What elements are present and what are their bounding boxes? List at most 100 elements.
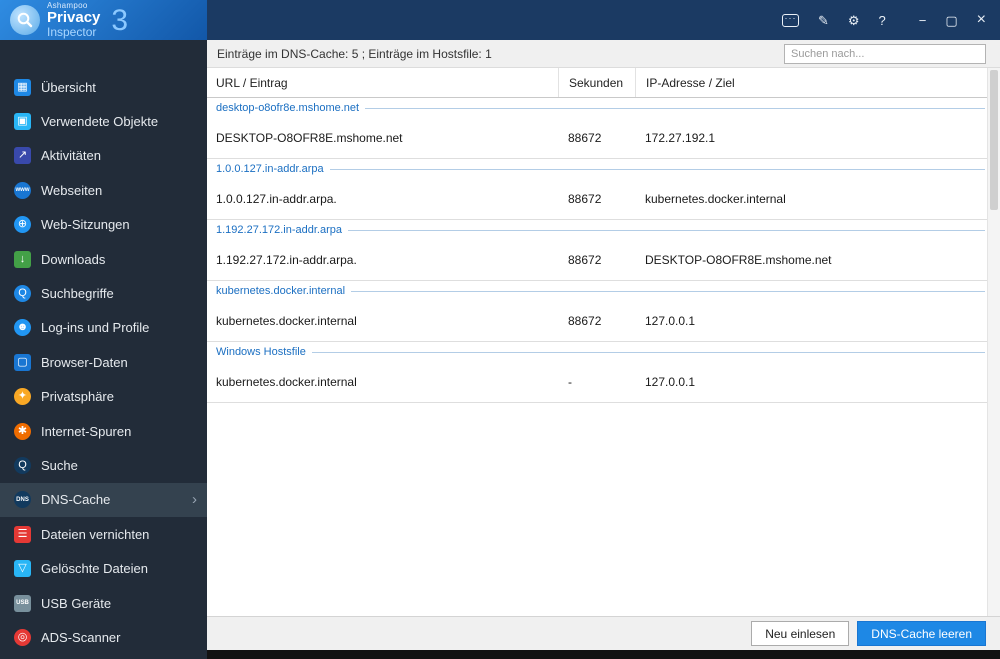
cell-ip: 172.27.192.1 — [645, 131, 716, 145]
app-body: ▦ Übersicht › ▣ Verwendete Objekte › ↗ A… — [0, 40, 1000, 659]
chevron-right-icon: › — [192, 491, 197, 509]
maximize-icon[interactable]: ▢ — [945, 14, 957, 27]
internet-spuren-icon: ✱ — [14, 422, 31, 440]
settings-icon[interactable]: ⚙ — [848, 14, 860, 27]
cell-url: DESKTOP-O8OFR8E.mshome.net — [216, 131, 403, 145]
sidebar-item-label: Internet-Spuren — [41, 423, 132, 439]
footer-strip — [207, 650, 1000, 659]
privatsphaere-icon: ✦ — [14, 388, 31, 406]
sidebar-item-uebersicht[interactable]: ▦ Übersicht › — [0, 70, 207, 104]
vertical-scrollbar[interactable] — [987, 68, 1000, 616]
sidebar-item-browser-daten[interactable]: ▢ Browser-Daten › — [0, 345, 207, 379]
close-icon[interactable]: × — [977, 12, 986, 28]
sidebar-item-label: Suche — [41, 457, 78, 473]
group-header-line — [348, 229, 985, 231]
column-header-ip[interactable]: IP-Adresse / Ziel — [635, 68, 987, 97]
sidebar-item-suchbegriffe[interactable]: Q Suchbegriffe › — [0, 276, 207, 310]
table-row[interactable]: kubernetes.docker.internal - 127.0.0.1 — [207, 362, 987, 403]
sidebar-item-label: Übersicht — [41, 79, 96, 95]
dns-cache-icon: DNS — [14, 491, 31, 509]
group-header-line — [365, 107, 985, 109]
cell-url: 1.192.27.172.in-addr.arpa. — [216, 253, 357, 267]
sidebar-item-label: Webseiten — [41, 182, 103, 198]
table-header-row: URL / Eintrag Sekunden IP-Adresse / Ziel — [207, 68, 987, 98]
sidebar-item-privatsphaere[interactable]: ✦ Privatsphäre › — [0, 380, 207, 414]
table-row[interactable]: DESKTOP-O8OFR8E.mshome.net 88672 172.27.… — [207, 118, 987, 159]
group-header-label: 1.0.0.127.in-addr.arpa — [216, 163, 324, 175]
titlebar-icons: ··· ✎ ⚙? − ▢ × — [207, 0, 1000, 40]
dns-cache-table: URL / Eintrag Sekunden IP-Adresse / Ziel… — [207, 68, 1000, 616]
dateien-vernichten-icon: ☰ — [14, 525, 31, 543]
suche-icon: Q — [14, 456, 31, 474]
brand-text: Ashampoo Privacy Inspector — [47, 1, 101, 39]
cell-url: kubernetes.docker.internal — [216, 375, 357, 389]
sidebar-item-webseiten[interactable]: www Webseiten › — [0, 173, 207, 207]
table-row[interactable]: 1.192.27.172.in-addr.arpa. 88672 DESKTOP… — [207, 240, 987, 281]
group-header-line — [329, 168, 985, 170]
sidebar-item-label: USB Geräte — [41, 595, 112, 611]
sidebar-item-verwendete-objekte[interactable]: ▣ Verwendete Objekte › — [0, 104, 207, 138]
group-header-row: kubernetes.docker.internal — [207, 281, 987, 301]
sidebar-item-label: ADS-Scanner — [41, 629, 121, 645]
bottom-buttonbar: Neu einlesen DNS-Cache leeren — [207, 616, 1000, 650]
sidebar-item-label: Log-ins und Profile — [41, 320, 150, 336]
sidebar-item-web-sitzungen[interactable]: ⊕ Web-Sitzungen › — [0, 208, 207, 242]
ads-scanner-icon: ◎ — [14, 628, 31, 646]
sidebar-item-internet-spuren[interactable]: ✱ Internet-Spuren › — [0, 414, 207, 448]
sidebar-item-label: Downloads — [41, 251, 106, 267]
sidebar-item-aktivitaeten[interactable]: ↗ Aktivitäten › — [0, 139, 207, 173]
sidebar-item-label: Verwendete Objekte — [41, 114, 159, 130]
sidebar-item-logins-und-profile[interactable]: ☻ Log-ins und Profile › — [0, 311, 207, 345]
table-row[interactable]: 1.0.0.127.in-addr.arpa. 88672 kubernetes… — [207, 179, 987, 220]
table-row[interactable]: kubernetes.docker.internal 88672 127.0.0… — [207, 301, 987, 342]
sidebar-item-label: Gelöschte Dateien — [41, 561, 148, 577]
reload-button[interactable]: Neu einlesen — [751, 621, 850, 646]
group-header-label: Windows Hostsfile — [216, 346, 306, 358]
cell-ip: kubernetes.docker.internal — [645, 192, 786, 206]
sidebar-item-label: Aktivitäten — [41, 148, 101, 164]
minimize-icon[interactable]: − — [919, 14, 927, 27]
survey-icon[interactable]: ✎ — [818, 14, 829, 27]
cell-url: kubernetes.docker.internal — [216, 314, 357, 328]
table-body: desktop-o8ofr8e.mshome.net DESKTOP-O8OFR… — [207, 98, 987, 403]
column-header-url[interactable]: URL / Eintrag — [207, 68, 558, 97]
cell-seconds: 88672 — [568, 192, 602, 206]
sidebar-item-label: Suchbegriffe — [41, 286, 114, 302]
sidebar-item-dns-cache[interactable]: DNS DNS-Cache › — [0, 482, 207, 518]
group-header-row: Windows Hostsfile — [207, 342, 987, 362]
cell-url: 1.0.0.127.in-addr.arpa. — [216, 192, 337, 206]
sidebar-item-geloeschte-dateien[interactable]: ▽ Gelöschte Dateien › — [0, 551, 207, 585]
sidebar-item-label: Web-Sitzungen — [41, 217, 130, 233]
webseiten-icon: www — [14, 181, 31, 199]
group-header-row: 1.0.0.127.in-addr.arpa — [207, 159, 987, 179]
titlebar: Ashampoo Privacy Inspector 3 ··· ✎ ⚙? − ▢ × — [0, 0, 1000, 40]
cell-ip: 127.0.0.1 — [645, 375, 696, 389]
column-header-seconds[interactable]: Sekunden — [558, 68, 635, 97]
clear-dns-cache-button[interactable]: DNS-Cache leeren — [857, 621, 986, 646]
sidebar-item-suche[interactable]: Q Suche › — [0, 448, 207, 482]
sidebar: ▦ Übersicht › ▣ Verwendete Objekte › ↗ A… — [0, 40, 207, 659]
brand-name-line1: Privacy — [47, 9, 101, 27]
scrollbar-thumb[interactable] — [990, 70, 998, 210]
sidebar-item-ads-scanner[interactable]: ◎ ADS-Scanner › — [0, 620, 207, 654]
group-header-row: desktop-o8ofr8e.mshome.net — [207, 98, 987, 118]
feedback-icon[interactable]: ··· — [781, 13, 799, 27]
verwendete-objekte-icon: ▣ — [14, 113, 31, 131]
search-input[interactable] — [784, 43, 986, 64]
group-header-line — [351, 290, 985, 292]
cell-seconds: - — [568, 375, 572, 389]
cell-seconds: 88672 — [568, 253, 602, 267]
sidebar-item-label: Privatsphäre — [41, 389, 114, 405]
sidebar-item-label: Browser-Daten — [41, 354, 128, 370]
geloeschte-dateien-icon: ▽ — [14, 560, 31, 578]
sidebar-item-dateien-vernichten[interactable]: ☰ Dateien vernichten › — [0, 517, 207, 551]
sidebar-item-usb-geraete[interactable]: USB USB Geräte › — [0, 586, 207, 620]
sidebar-item-downloads[interactable]: ↓ Downloads › — [0, 242, 207, 276]
help-icon[interactable]: ? — [879, 14, 886, 27]
main-panel: Einträge im DNS-Cache: 5 ; Einträge im H… — [207, 40, 1000, 659]
cell-seconds: 88672 — [568, 314, 602, 328]
uebersicht-icon: ▦ — [14, 78, 31, 96]
app-window: Ashampoo Privacy Inspector 3 ··· ✎ ⚙? − ▢ × ▦… — [0, 0, 1000, 659]
sidebar-item-label: DNS-Cache — [41, 492, 111, 508]
usb-geraete-icon: USB — [14, 594, 31, 612]
